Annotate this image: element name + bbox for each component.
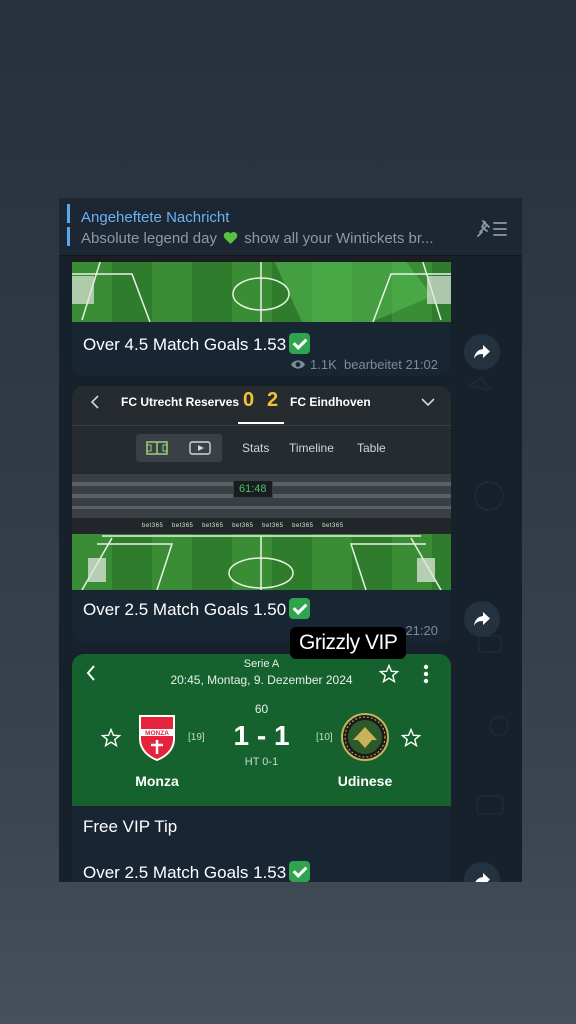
pitch-image-1 (72, 256, 451, 322)
message-1-caption-text: Over 4.5 Match Goals 1.53 (83, 335, 287, 354)
message-2-time: 21:20 (405, 623, 438, 638)
home-team-name: FC Utrecht Reserves (121, 395, 240, 409)
ad-board-row: bet365 bet365 bet365 bet365 bet365 bet36… (142, 523, 382, 529)
match-minute: 60 (254, 702, 269, 716)
monza-crest: MONZA (139, 715, 175, 761)
home-rank: [19] (188, 732, 205, 743)
share-button-2[interactable] (464, 601, 500, 637)
views-eye-icon (291, 360, 306, 369)
header-divider (72, 425, 451, 426)
crest-text: MONZA (145, 730, 169, 737)
grizzly-vip-badge: Grizzly VIP (290, 627, 407, 659)
udinese-crest (341, 713, 389, 761)
message-3-title: Free VIP Tip (83, 817, 178, 836)
pinned-indicator (67, 204, 70, 246)
check-mark-icon (289, 598, 311, 619)
tab-table[interactable]: Table (357, 441, 386, 455)
ad-board: bet365 (202, 523, 224, 529)
chevron-down-icon[interactable] (421, 397, 435, 407)
share-arrow-icon (474, 345, 490, 359)
favorite-star-icon[interactable] (379, 664, 399, 684)
away-favorite-star-icon[interactable] (401, 728, 421, 748)
message-1-meta: 1.1K bearbeitet 21:02 (290, 357, 438, 372)
home-score: 0 (243, 389, 255, 411)
ad-board: bet365 (232, 523, 254, 529)
check-mark-icon (289, 861, 311, 882)
tab-stats[interactable]: Stats (242, 441, 269, 455)
share-arrow-icon (475, 873, 490, 882)
live-score-header: FC Utrecht Reserves 0 2 FC Eindhoven Sta… (72, 386, 451, 474)
away-rank: [10] (316, 732, 333, 743)
match-score: 1 - 1 (233, 720, 290, 751)
away-team-name: FC Eindhoven (290, 395, 371, 409)
match-card: Serie A 20:45, Montag, 9. Dezember 2024 … (72, 654, 451, 806)
score-tabs: Stats Timeline Table (72, 434, 451, 462)
tab-timeline[interactable]: Timeline (289, 441, 334, 455)
share-button-1[interactable] (464, 334, 500, 370)
message-3-caption-text: Over 2.5 Match Goals 1.53 (83, 863, 287, 882)
field-view-icon[interactable] (146, 441, 168, 455)
telegram-window: Angeheftete Nachricht Absolute legend da… (59, 198, 522, 882)
message-3-caption: Over 2.5 Match Goals 1.53 (83, 861, 311, 882)
pinned-text-start: Absolute legend day (81, 230, 217, 247)
away-team: Udinese (337, 773, 393, 789)
message-1-caption: Over 4.5 Match Goals 1.53 (83, 333, 311, 355)
ad-board: bet365 (142, 523, 164, 529)
pinned-list-icon[interactable] (476, 218, 508, 238)
message-2-caption: Over 2.5 Match Goals 1.50 (83, 598, 311, 620)
message-bubble-1[interactable]: Over 4.5 Match Goals 1.53 1.1K bearbeite… (72, 256, 451, 376)
share-arrow-icon (474, 612, 490, 626)
video-view-icon[interactable] (189, 441, 211, 455)
ad-board: bet365 (292, 523, 314, 529)
home-team: Monza (135, 773, 179, 789)
score-underline (238, 422, 284, 424)
home-favorite-star-icon[interactable] (101, 728, 121, 748)
pinned-text: Absolute legend day show all your Wintic… (81, 230, 476, 247)
view-count: 1.1K (310, 357, 337, 372)
score-row: FC Utrecht Reserves 0 2 FC Eindhoven (72, 386, 451, 418)
check-mark-icon (289, 333, 311, 354)
pinned-text-end: show all your Wintickets br... (244, 230, 434, 247)
edited-time: bearbeitet 21:02 (344, 357, 438, 372)
ad-board: bet365 (322, 523, 344, 529)
ad-board: bet365 (172, 523, 194, 529)
half-time-score: HT 0-1 (244, 756, 279, 768)
away-score: 2 (267, 389, 279, 411)
pinned-message-bar[interactable]: Angeheftete Nachricht Absolute legend da… (59, 198, 522, 256)
green-heart-icon (223, 232, 238, 244)
match-clock: 61:48 (233, 480, 273, 498)
pinned-title: Angeheftete Nachricht (81, 209, 230, 226)
more-menu-icon[interactable] (423, 664, 429, 684)
chevron-left-icon[interactable] (90, 395, 100, 409)
pitch-drawing-1 (72, 256, 451, 322)
pitch-image-2: 61:48 bet365 bet365 bet365 bet365 bet365… (72, 474, 451, 590)
message-2-caption-text: Over 2.5 Match Goals 1.50 (83, 600, 287, 619)
message-bubble-2[interactable]: FC Utrecht Reserves 0 2 FC Eindhoven Sta… (72, 386, 451, 643)
view-toggle[interactable] (136, 434, 222, 462)
ad-board: bet365 (262, 523, 284, 529)
message-bubble-3[interactable]: Serie A 20:45, Montag, 9. Dezember 2024 … (72, 654, 451, 882)
